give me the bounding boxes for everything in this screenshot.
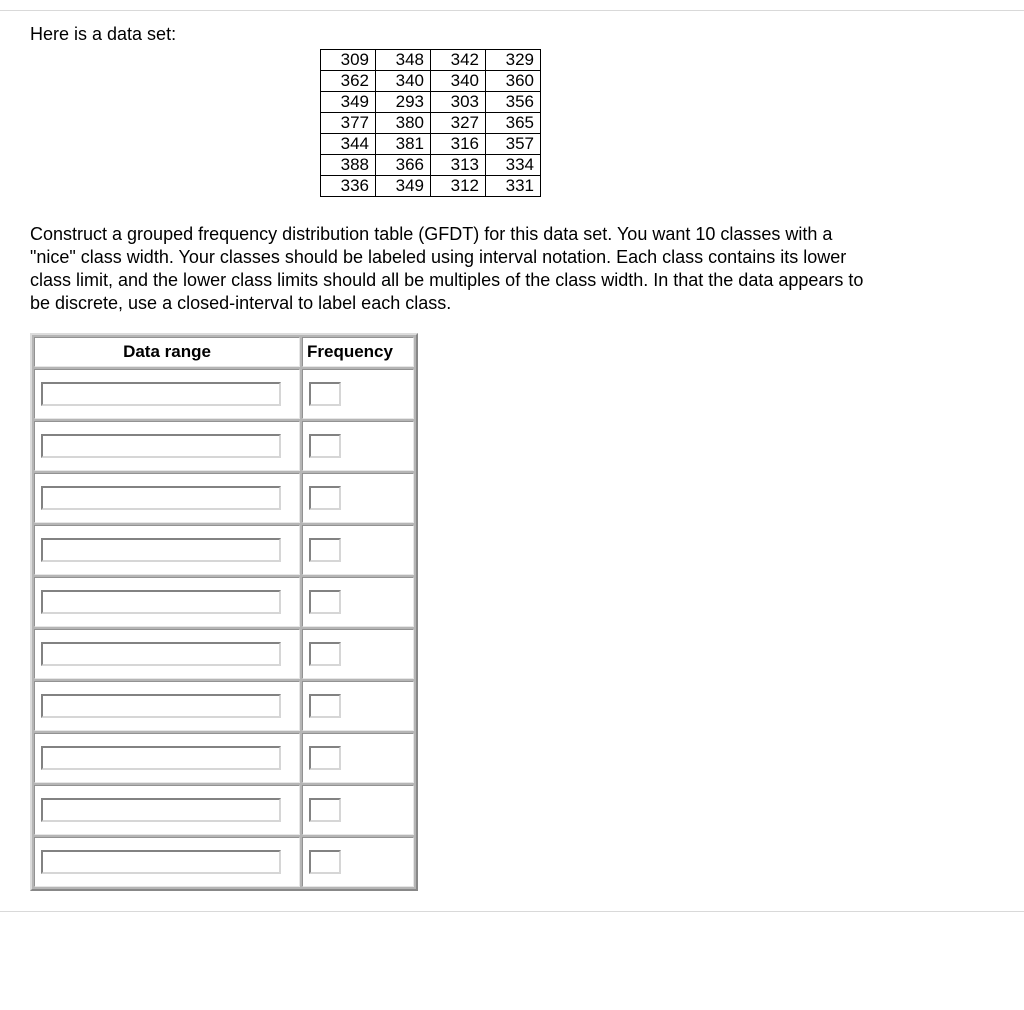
gfdt-range-cell [34, 681, 300, 731]
data-cell: 342 [431, 50, 486, 71]
data-cell: 293 [376, 92, 431, 113]
data-cell: 309 [321, 50, 376, 71]
frequency-input[interactable] [309, 538, 341, 562]
gfdt-range-cell [34, 473, 300, 523]
gfdt-row [34, 837, 414, 887]
data-range-input[interactable] [41, 486, 281, 510]
data-range-input[interactable] [41, 798, 281, 822]
gfdt-range-cell [34, 369, 300, 419]
gfdt-range-cell [34, 629, 300, 679]
table-row: 309348342329 [321, 50, 541, 71]
data-cell: 327 [431, 113, 486, 134]
gfdt-table: Data range Frequency [30, 333, 418, 891]
data-cell: 340 [431, 71, 486, 92]
data-cell: 365 [486, 113, 541, 134]
gfdt-frequency-cell [302, 577, 414, 627]
data-range-input[interactable] [41, 590, 281, 614]
data-cell: 362 [321, 71, 376, 92]
data-cell: 336 [321, 176, 376, 197]
data-cell: 312 [431, 176, 486, 197]
data-range-input[interactable] [41, 382, 281, 406]
table-row: 344381316357 [321, 134, 541, 155]
gfdt-frequency-cell [302, 681, 414, 731]
data-range-input[interactable] [41, 434, 281, 458]
frequency-input[interactable] [309, 642, 341, 666]
data-cell: 344 [321, 134, 376, 155]
gfdt-row [34, 733, 414, 783]
data-range-input[interactable] [41, 746, 281, 770]
gfdt-row [34, 785, 414, 835]
gfdt-frequency-cell [302, 525, 414, 575]
data-cell: 316 [431, 134, 486, 155]
top-divider [0, 10, 1024, 11]
gfdt-frequency-cell [302, 837, 414, 887]
frequency-input[interactable] [309, 590, 341, 614]
data-cell: 381 [376, 134, 431, 155]
data-cell: 313 [431, 155, 486, 176]
gfdt-row [34, 681, 414, 731]
gfdt-frequency-cell [302, 473, 414, 523]
data-range-input[interactable] [41, 694, 281, 718]
gfdt-row [34, 369, 414, 419]
gfdt-range-cell [34, 733, 300, 783]
frequency-input[interactable] [309, 798, 341, 822]
data-cell: 357 [486, 134, 541, 155]
table-row: 388366313334 [321, 155, 541, 176]
data-cell: 366 [376, 155, 431, 176]
gfdt-range-cell [34, 785, 300, 835]
table-row: 377380327365 [321, 113, 541, 134]
question-body: Here is a data set: 30934834232936234034… [0, 0, 1024, 912]
gfdt-frequency-cell [302, 629, 414, 679]
table-row: 349293303356 [321, 92, 541, 113]
gfdt-wrapper: Data range Frequency [30, 333, 994, 891]
frequency-input[interactable] [309, 746, 341, 770]
instructions-text: Construct a grouped frequency distributi… [30, 223, 880, 315]
data-range-input[interactable] [41, 850, 281, 874]
data-cell: 348 [376, 50, 431, 71]
data-range-input[interactable] [41, 642, 281, 666]
frequency-input[interactable] [309, 382, 341, 406]
gfdt-range-cell [34, 837, 300, 887]
frequency-input[interactable] [309, 694, 341, 718]
table-row: 362340340360 [321, 71, 541, 92]
data-range-input[interactable] [41, 538, 281, 562]
intro-text: Here is a data set: [30, 24, 994, 45]
data-cell: 340 [376, 71, 431, 92]
data-cell: 356 [486, 92, 541, 113]
data-cell: 331 [486, 176, 541, 197]
gfdt-row [34, 577, 414, 627]
data-cell: 349 [321, 92, 376, 113]
gfdt-frequency-cell [302, 421, 414, 471]
gfdt-row [34, 421, 414, 471]
data-set-block: 3093483423293623403403603492933033563773… [30, 49, 994, 197]
gfdt-header-range: Data range [34, 337, 300, 367]
data-cell: 360 [486, 71, 541, 92]
data-cell: 388 [321, 155, 376, 176]
table-row: 336349312331 [321, 176, 541, 197]
data-cell: 303 [431, 92, 486, 113]
frequency-input[interactable] [309, 850, 341, 874]
gfdt-row [34, 629, 414, 679]
gfdt-frequency-cell [302, 733, 414, 783]
gfdt-range-cell [34, 577, 300, 627]
frequency-input[interactable] [309, 434, 341, 458]
gfdt-row [34, 525, 414, 575]
gfdt-range-cell [34, 421, 300, 471]
gfdt-frequency-cell [302, 785, 414, 835]
gfdt-header-frequency: Frequency [302, 337, 414, 367]
frequency-input[interactable] [309, 486, 341, 510]
data-cell: 377 [321, 113, 376, 134]
data-cell: 329 [486, 50, 541, 71]
data-cell: 334 [486, 155, 541, 176]
gfdt-frequency-cell [302, 369, 414, 419]
data-cell: 380 [376, 113, 431, 134]
data-cell: 349 [376, 176, 431, 197]
gfdt-row [34, 473, 414, 523]
gfdt-range-cell [34, 525, 300, 575]
data-set-table: 3093483423293623403403603492933033563773… [320, 49, 541, 197]
